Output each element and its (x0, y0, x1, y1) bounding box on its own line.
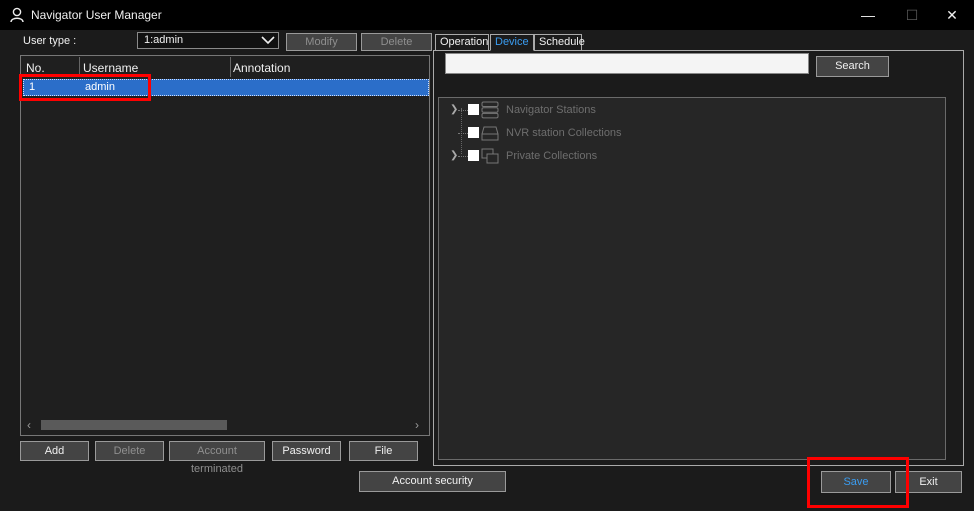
tab-operation[interactable]: Operation (435, 34, 489, 51)
tree-checkbox[interactable] (468, 150, 479, 161)
tree-checkbox[interactable] (468, 104, 479, 115)
tree-item-label: Private Collections (506, 150, 598, 162)
windows-collection-icon (481, 148, 499, 164)
highlight-box-admin-row (19, 74, 151, 101)
user-type-value: 1:admin (144, 34, 184, 46)
tree-connector (458, 156, 468, 157)
tree-checkbox[interactable] (468, 127, 479, 138)
delete-button[interactable]: Delete (94, 440, 165, 462)
user-icon (10, 7, 24, 23)
scrollbar-thumb[interactable] (41, 420, 227, 430)
column-header-annotation[interactable]: Annotation (233, 59, 290, 77)
tree-item-label: Navigator Stations (506, 104, 596, 116)
search-input[interactable] (445, 53, 809, 74)
account-security-button[interactable]: Account security (358, 470, 507, 493)
maximize-button[interactable]: ☐ (890, 0, 934, 30)
tab-schedule[interactable]: Schedule (534, 34, 585, 51)
delete-user-type-button[interactable]: Delete (360, 32, 433, 52)
server-stack-icon (481, 101, 499, 119)
search-button[interactable]: Search (815, 55, 890, 78)
highlight-box-save (807, 457, 909, 508)
chevron-down-icon (261, 36, 275, 45)
scroll-left-icon[interactable]: ‹ (27, 418, 31, 432)
add-button[interactable]: Add (19, 440, 90, 462)
file-button[interactable]: File (348, 440, 419, 462)
tab-device[interactable]: Device (490, 34, 534, 51)
close-button[interactable]: ✕ (930, 0, 974, 30)
user-type-label: User type : (23, 35, 77, 47)
horizontal-scrollbar[interactable]: ‹ › (23, 416, 427, 434)
tree-item-label: NVR station Collections (506, 127, 622, 139)
tree-item-private-collections[interactable]: ❯ Private Collections (450, 147, 650, 165)
window-title: Navigator User Manager (31, 8, 162, 22)
account-terminated-button[interactable]: Account terminated (168, 440, 266, 475)
tree-item-navigator-stations[interactable]: ❯ Navigator Stations (450, 101, 650, 119)
scroll-right-icon[interactable]: › (415, 418, 419, 432)
tree-item-nvr-collections[interactable]: NVR station Collections (450, 124, 650, 142)
tree-connector (458, 133, 468, 134)
nvr-device-icon (481, 126, 499, 141)
minimize-button[interactable]: — (846, 0, 890, 30)
user-table: No. Username Annotation 1 admin ‹ › (20, 55, 430, 436)
modify-button[interactable]: Modify (285, 32, 358, 52)
password-button[interactable]: Password (271, 440, 342, 462)
column-divider[interactable] (230, 57, 231, 77)
user-type-select[interactable]: 1:admin (137, 32, 279, 49)
tree-connector (458, 110, 468, 111)
